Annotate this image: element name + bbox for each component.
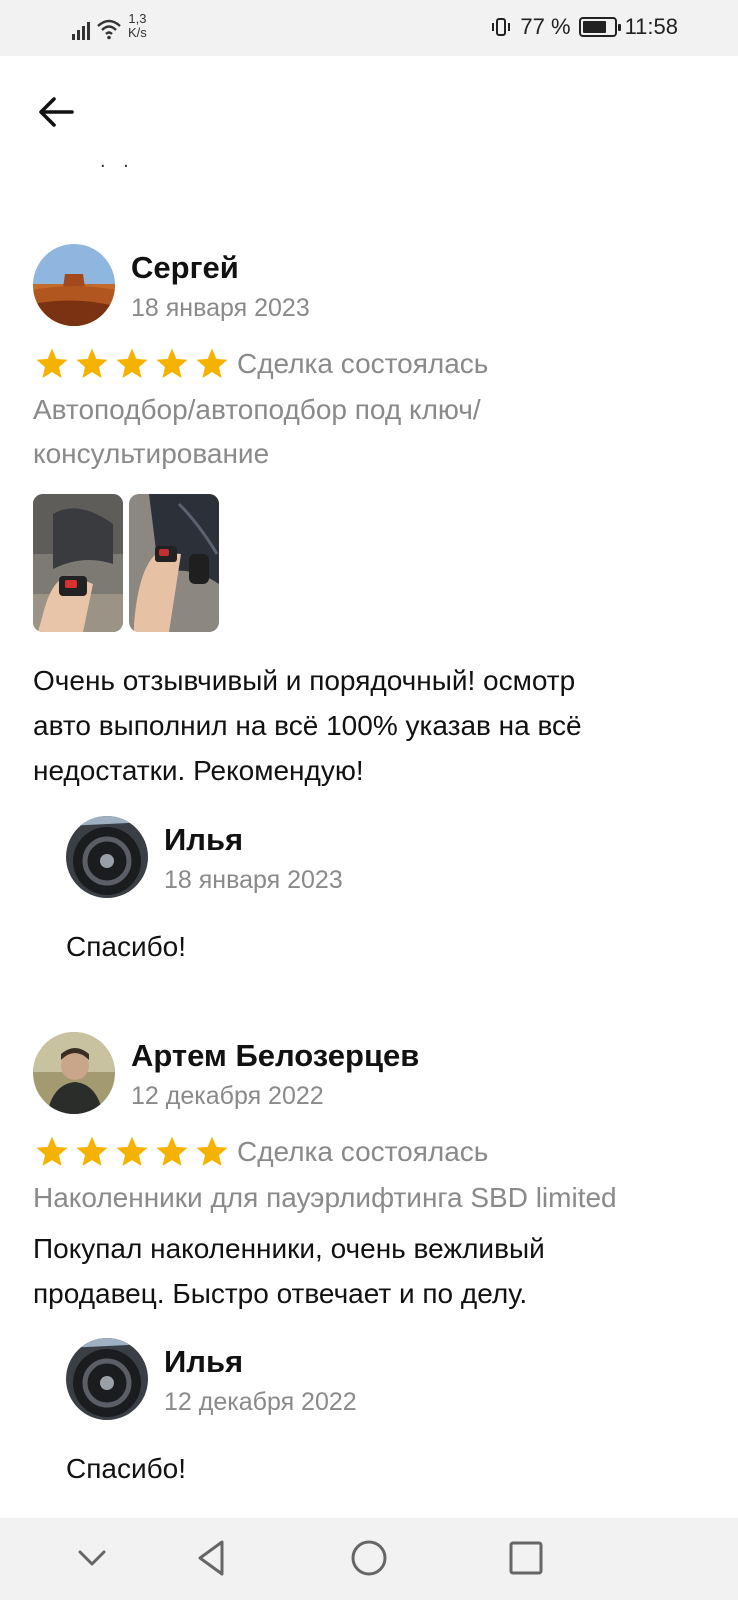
arrow-left-icon[interactable] [36, 92, 76, 132]
truncated-indicator: . . [100, 150, 135, 172]
category-line: консультирование [33, 438, 270, 469]
back-triangle-icon[interactable] [192, 1538, 232, 1578]
star-icon [76, 1136, 108, 1167]
star-icon [76, 348, 108, 379]
recents-square-icon[interactable] [506, 1538, 546, 1578]
star-icon [36, 348, 68, 379]
review-author[interactable]: Сергей [131, 250, 239, 286]
review-author[interactable]: Артем Белозерцев [131, 1038, 419, 1074]
star-icon [116, 348, 148, 379]
review-photo[interactable] [33, 494, 123, 632]
star-icon [156, 348, 188, 379]
network-speed: 1,3 K/s [128, 12, 147, 40]
review-text-line: Очень отзывчивый и порядочный! осмотр [33, 665, 576, 696]
reply-avatar[interactable] [66, 816, 148, 898]
signal-icon [72, 16, 90, 40]
clock: 11:58 [624, 14, 678, 39]
review-text-line: продавец. Быстро отвечает и по делу. [33, 1278, 528, 1309]
battery-icon [578, 17, 621, 37]
review-text-line: недостатки. Рекомендую! [33, 755, 364, 786]
category-line: Автоподбор/автоподбор под ключ/ [33, 394, 481, 425]
review-text: Покупал наколенники, очень вежливый прод… [33, 1226, 545, 1316]
avatar[interactable] [33, 1032, 115, 1114]
reply-author[interactable]: Илья [164, 1344, 243, 1380]
star-icon [156, 1136, 188, 1167]
review-text: Очень отзывчивый и порядочный! осмотр ав… [33, 658, 582, 793]
speed-unit: K/s [128, 25, 147, 40]
chevron-down-icon[interactable] [72, 1538, 112, 1578]
review-text-line: Покупал наколенники, очень вежливый [33, 1233, 545, 1264]
avatar[interactable] [33, 244, 115, 326]
star-icon [196, 348, 228, 379]
rating-stars [34, 1135, 230, 1169]
reply-date: 12 декабря 2022 [164, 1388, 357, 1416]
wifi-icon [97, 19, 121, 40]
home-circle-icon[interactable] [349, 1538, 389, 1578]
deal-status: Сделка состоялась [237, 1136, 489, 1167]
review-category: Автоподбор/автоподбор под ключ/ консульт… [33, 388, 481, 476]
review-date: 12 декабря 2022 [131, 1082, 324, 1110]
system-navigation-bar [0, 1518, 738, 1600]
review-text-line: авто выполнил на всё 100% указав на всё [33, 710, 582, 741]
reply-text: Спасибо! [66, 1453, 186, 1484]
rating-stars [34, 347, 230, 381]
reply-avatar[interactable] [66, 1338, 148, 1420]
deal-status: Сделка состоялась [237, 348, 489, 379]
status-bar: 1,3 K/s 77 % 11:58 [0, 0, 738, 56]
reply-text: Спасибо! [66, 931, 186, 962]
review-photo[interactable] [129, 494, 219, 632]
speed-value: 1,3 [128, 11, 147, 26]
star-icon [116, 1136, 148, 1167]
reply-date: 18 января 2023 [164, 866, 343, 894]
battery-percent: 77 % [520, 14, 571, 39]
star-icon [196, 1136, 228, 1167]
star-icon [36, 1136, 68, 1167]
category-line: Наколенники для пауэрлифтинга SBD limite… [33, 1182, 617, 1213]
review-category: Наколенники для пауэрлифтинга SBD limite… [33, 1176, 617, 1220]
reply-author[interactable]: Илья [164, 822, 243, 858]
review-date: 18 января 2023 [131, 294, 310, 322]
review-photos [33, 494, 219, 632]
vibrate-icon [492, 18, 511, 36]
